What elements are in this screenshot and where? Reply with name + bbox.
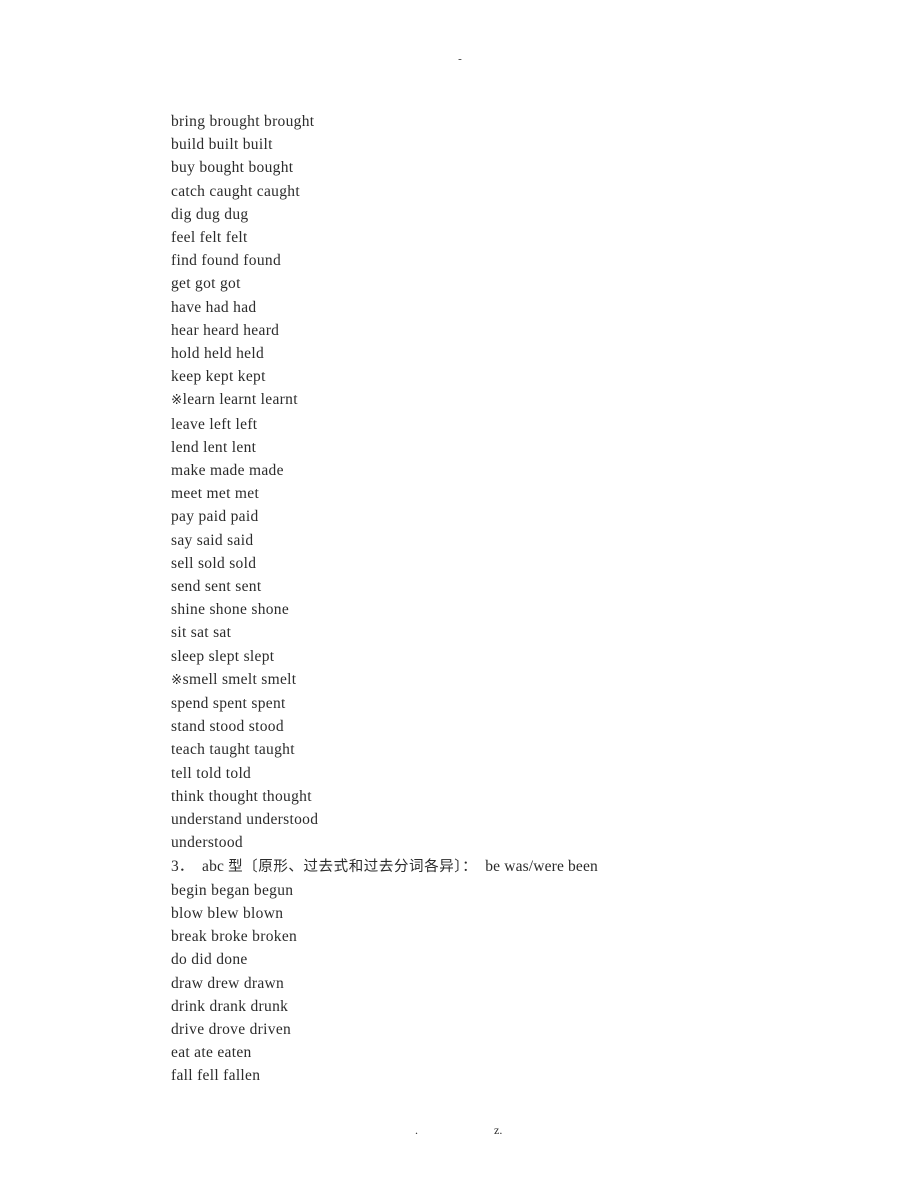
verb-line-marked: ※learn learnt learnt	[171, 391, 298, 409]
footer-page-mark: z.	[494, 1123, 503, 1137]
verb-line: teach taught taught	[171, 741, 295, 759]
reference-mark-icon: ※	[171, 671, 183, 688]
cjk-run: 型〔原形、过去式和过去分词各异〕：	[228, 858, 478, 875]
footer-dot: .	[415, 1123, 418, 1137]
verb-line: understood	[171, 834, 243, 852]
verb-line: leave left left	[171, 415, 258, 433]
verb-line: break broke broken	[171, 928, 298, 946]
verb-line: think thought thought	[171, 787, 312, 805]
document-page: - bring brought brought build built built…	[0, 0, 920, 1191]
verb-line: get got got	[171, 275, 241, 293]
verb-line: tell told told	[171, 764, 252, 782]
verb-line: do did done	[171, 951, 248, 969]
verb-line: find found found	[171, 252, 282, 270]
verb-line: make made made	[171, 462, 284, 480]
verb-line: drive drove driven	[171, 1020, 292, 1038]
verb-line: blow blew blown	[171, 904, 284, 922]
verb-line: feel felt felt	[171, 229, 248, 247]
verb-line: stand stood stood	[171, 718, 284, 736]
verb-line: hold held held	[171, 345, 265, 363]
verb-line: say said said	[171, 531, 254, 549]
page-header-mark: -	[458, 53, 462, 65]
verb-line: sell sold sold	[171, 554, 257, 572]
verb-line: begin began begun	[171, 881, 294, 899]
verb-line: meet met met	[171, 485, 260, 503]
verb-line: keep kept kept	[171, 368, 266, 386]
verb-line: build built built	[171, 136, 273, 154]
section-heading: 3． abc 型〔原形、过去式和过去分词各异〕： be was/were bee…	[171, 857, 598, 875]
verb-line: dig dug dug	[171, 205, 249, 223]
verb-line: have had had	[171, 298, 257, 316]
verb-line: sleep slept slept	[171, 647, 275, 665]
verb-line: fall fell fallen	[171, 1067, 261, 1085]
verb-list-body: bring brought brought build built built bu…	[171, 110, 791, 1088]
verb-line: catch caught caught	[171, 182, 300, 200]
verb-line: lend lent lent	[171, 438, 257, 456]
verb-line: buy bought bought	[171, 159, 294, 177]
verb-line: spend spent spent	[171, 695, 286, 713]
verb-line: eat ate eaten	[171, 1044, 252, 1062]
verb-line: hear heard heard	[171, 321, 280, 339]
verb-line: send sent sent	[171, 578, 262, 596]
verb-line: drink drank drunk	[171, 997, 289, 1015]
verb-line: bring brought brought	[171, 113, 315, 130]
verb-line: sit sat sat	[171, 624, 232, 642]
verb-line: shine shone shone	[171, 601, 290, 619]
verb-line: understand understood	[171, 811, 319, 829]
page-footer: . z.	[0, 1122, 920, 1142]
reference-mark-icon: ※	[171, 392, 183, 409]
verb-line: draw drew drawn	[171, 974, 285, 992]
verb-line-marked: ※smell smelt smelt	[171, 670, 297, 688]
cjk-run: ．	[178, 858, 194, 875]
verb-line: pay paid paid	[171, 508, 259, 526]
